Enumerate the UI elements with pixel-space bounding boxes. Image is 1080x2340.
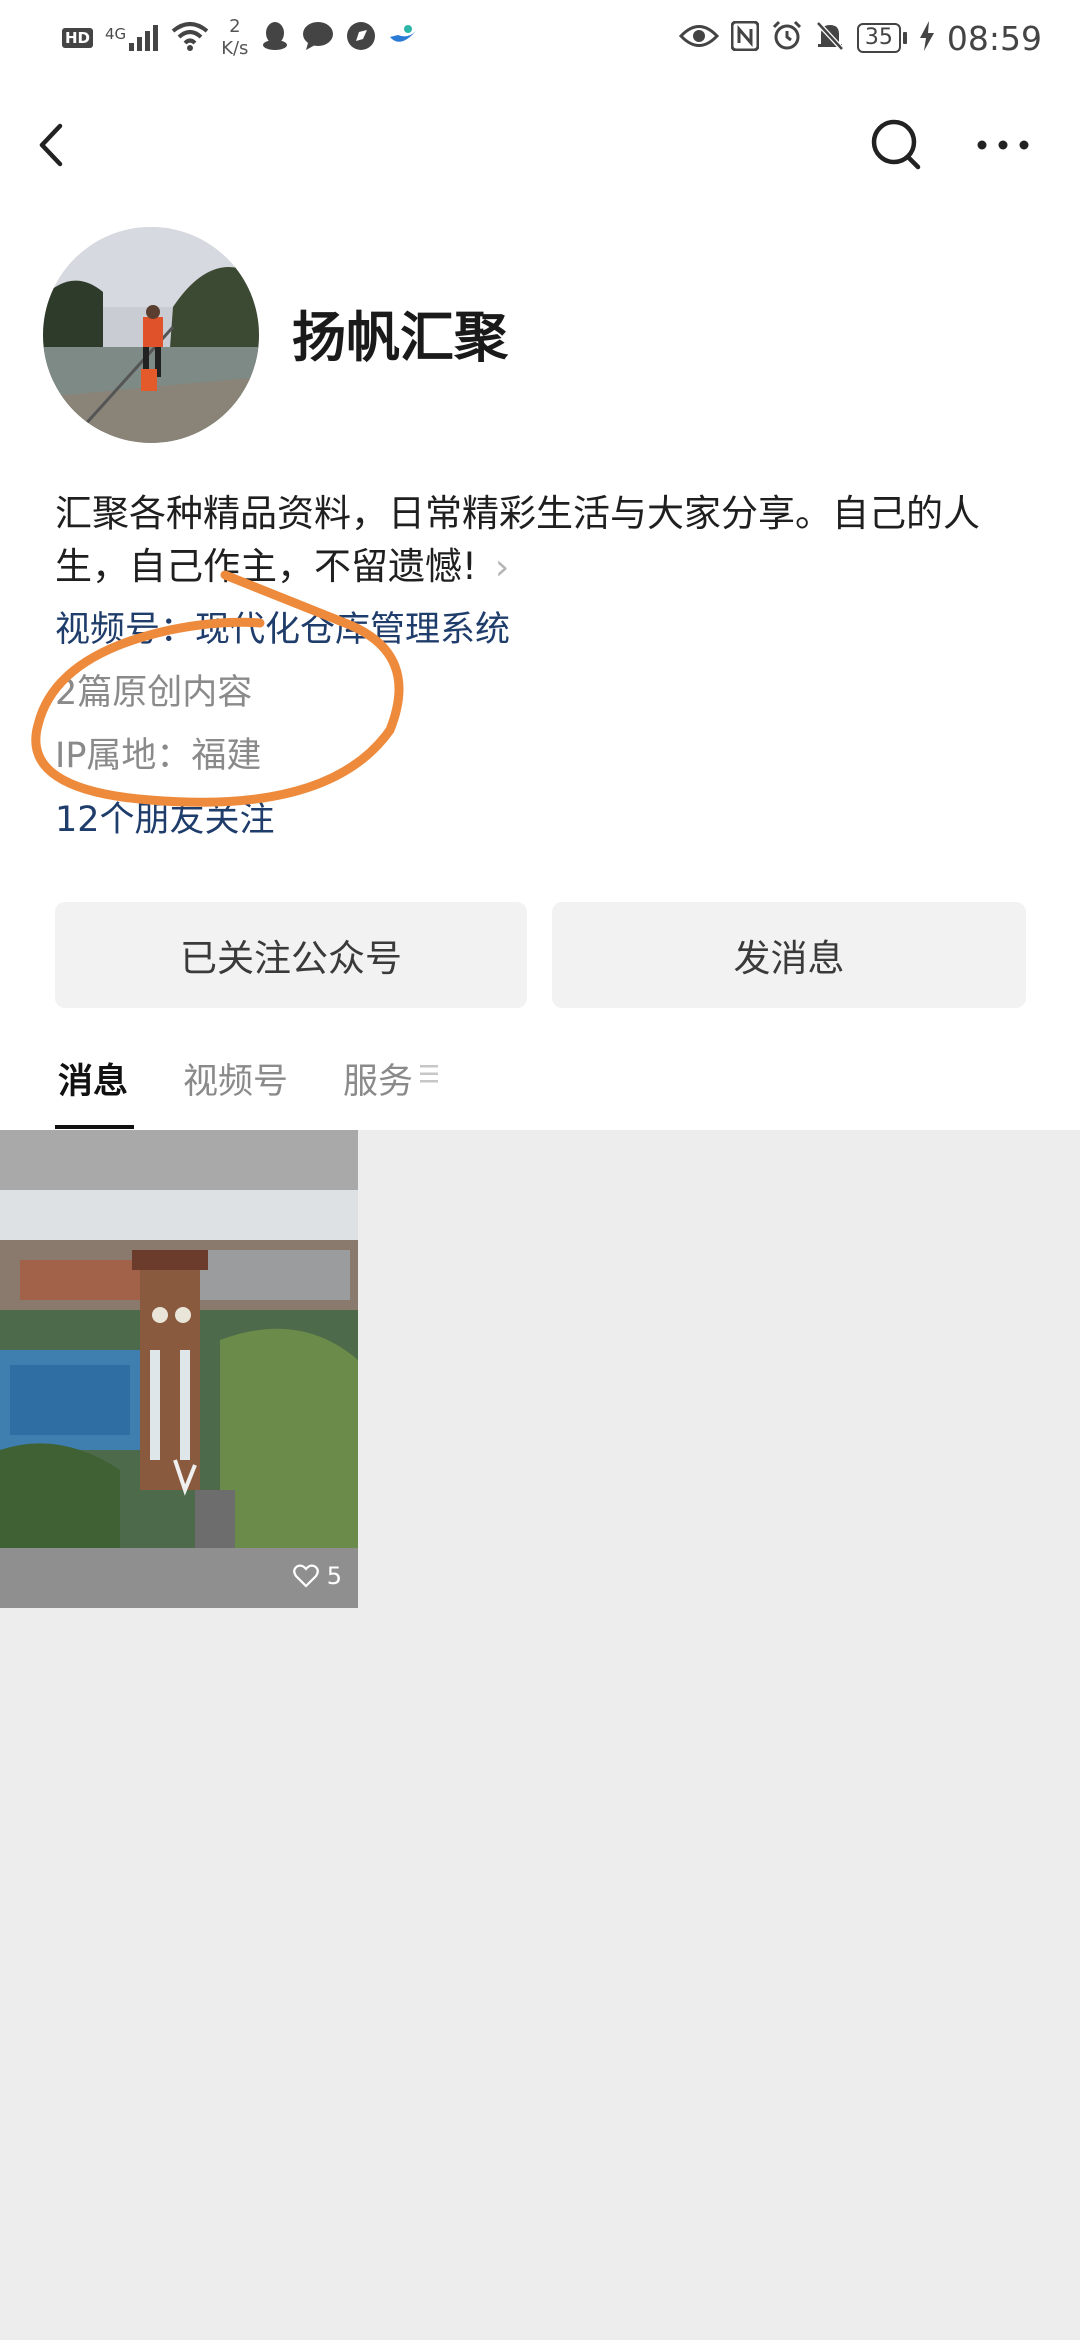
- ip-location: IP属地：福建: [55, 736, 262, 776]
- signal-icon: 4G: [105, 25, 159, 51]
- app-screen: HD 4G 2 K/s 35 08:59 扬帆汇聚 汇聚各种精品资料，日常精彩生…: [0, 0, 1080, 2340]
- account-intro[interactable]: 汇聚各种精品资料，日常精彩生活与大家分享。自己的人生，自己作主，不留遗憾! ›: [55, 487, 1040, 594]
- network-speed: 2 K/s: [221, 16, 248, 60]
- message-feed: 5: [0, 1130, 1080, 2340]
- hd-indicator: HD: [62, 28, 94, 48]
- network-type: 4G: [105, 25, 127, 43]
- tab-messages[interactable]: 消息: [58, 1053, 128, 1104]
- network-speed-unit: K/s: [221, 38, 249, 59]
- post-thumbnail: [0, 1190, 358, 1548]
- back-button[interactable]: [28, 105, 78, 185]
- search-icon: [871, 119, 921, 170]
- clock: 08:59: [946, 18, 1042, 58]
- bell-muted-icon: [815, 20, 845, 56]
- channels-link[interactable]: 视频号：现代化仓库管理系统: [55, 605, 510, 655]
- avatar-image: [43, 227, 259, 443]
- app-notification-icon: [388, 23, 418, 53]
- account-name: 扬帆汇聚: [292, 306, 508, 369]
- battery-level: 35: [856, 23, 901, 53]
- followed-official-account-button[interactable]: 已关注公众号: [55, 902, 527, 1008]
- intro-text: 汇聚各种精品资料，日常精彩生活与大家分享。自己的人生，自己作主，不留遗憾!: [55, 492, 980, 588]
- charging-icon: [919, 21, 935, 55]
- more-icon: [977, 140, 1029, 150]
- status-bar: HD 4G 2 K/s 35 08:59: [0, 0, 1080, 75]
- heart-icon: [292, 1564, 319, 1588]
- wifi-icon: [171, 21, 209, 55]
- tab-services[interactable]: 服务: [343, 1053, 413, 1104]
- chevron-left-icon: [39, 123, 63, 167]
- friends-following-link[interactable]: 12个朋友关注: [55, 795, 275, 845]
- chevron-right-icon: ›: [494, 547, 510, 588]
- avatar[interactable]: [43, 227, 259, 443]
- send-message-button[interactable]: 发消息: [552, 902, 1026, 1008]
- alarm-icon: [771, 20, 803, 56]
- active-tab-indicator: [55, 1125, 134, 1129]
- content-tabs: 消息 视频号 服务: [0, 1025, 1080, 1130]
- status-bar-left: HD 4G 2 K/s: [62, 14, 418, 62]
- browser-icon: [346, 21, 376, 55]
- top-nav-bar: [0, 75, 1080, 215]
- more-options-button[interactable]: [970, 105, 1036, 185]
- eye-icon: [678, 23, 719, 53]
- account-profile: 扬帆汇聚 汇聚各种精品资料，日常精彩生活与大家分享。自己的人生，自己作主，不留遗…: [0, 215, 1080, 1130]
- tab-channels[interactable]: 视频号: [183, 1053, 288, 1104]
- post-likes-count: 5: [326, 1562, 342, 1590]
- original-articles-count: 2篇原创内容: [55, 673, 253, 713]
- menu-lines-icon: [420, 1065, 438, 1083]
- search-button[interactable]: [866, 105, 926, 185]
- battery-icon: 35: [856, 23, 907, 53]
- nfc-icon: [730, 20, 760, 55]
- qq-icon: [260, 20, 290, 56]
- chat-bubble-icon: [302, 21, 334, 55]
- network-speed-value: 2: [229, 16, 241, 37]
- post-likes: 5: [292, 1562, 342, 1590]
- post-card[interactable]: 5: [0, 1130, 358, 1608]
- status-bar-right: 35 08:59: [678, 14, 1042, 62]
